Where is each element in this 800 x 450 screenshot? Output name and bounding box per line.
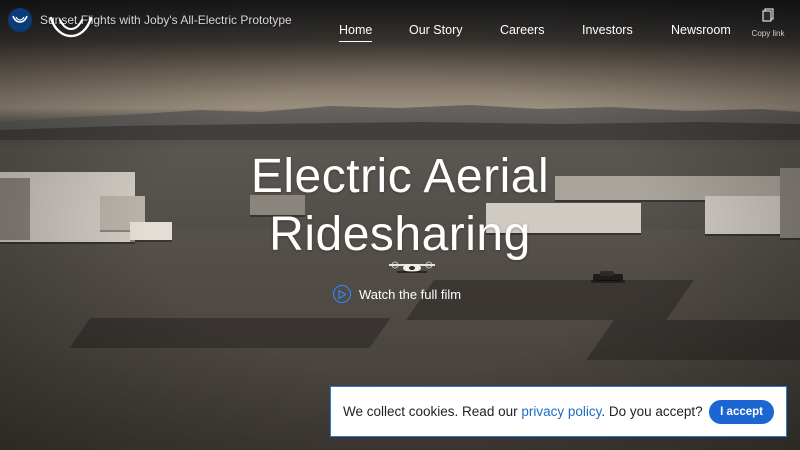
hero-title-line-1: Electric Aerial xyxy=(250,150,550,203)
cookie-text-after: . Do you accept? xyxy=(601,404,703,419)
accept-cookies-button[interactable]: I accept xyxy=(709,400,774,424)
nav-item-careers[interactable]: Careers xyxy=(500,23,544,37)
hero-title: Electric Aerial Ridesharing xyxy=(0,148,800,264)
nav-item-home[interactable]: Home xyxy=(339,23,373,42)
play-icon xyxy=(333,285,351,303)
main-navigation: Home Our Story Careers Investors Newsroo… xyxy=(0,23,800,43)
cookie-banner: We collect cookies. Read our privacy pol… xyxy=(330,386,787,437)
nav-item-investors[interactable]: Investors xyxy=(582,23,633,37)
hero-title-line-2: Ridesharing xyxy=(269,208,531,261)
nav-item-newsroom[interactable]: Newsroom xyxy=(671,23,731,37)
copy-icon xyxy=(762,8,774,22)
watch-film-label: Watch the full film xyxy=(359,286,462,302)
nav-item-our-story[interactable]: Our Story xyxy=(409,23,463,37)
watch-film-button[interactable]: Watch the full film xyxy=(333,284,461,304)
cookie-message: We collect cookies. Read our privacy pol… xyxy=(343,404,703,419)
privacy-policy-link[interactable]: privacy policy xyxy=(521,404,601,419)
cookie-text-before: We collect cookies. Read our xyxy=(343,404,522,419)
